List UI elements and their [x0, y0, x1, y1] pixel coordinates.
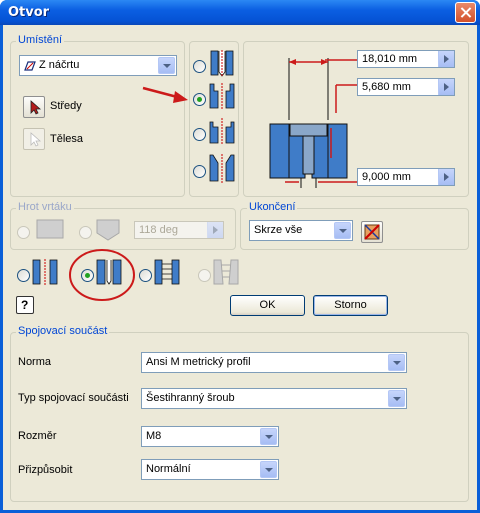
- solids-select-button[interactable]: [23, 128, 45, 150]
- placement-group-label: Umístění: [16, 34, 65, 46]
- counterbore-hole-icon: [209, 83, 235, 114]
- arrow-right-icon[interactable]: [438, 51, 454, 67]
- hole-type-drilled-radio[interactable]: [193, 60, 206, 73]
- centers-label: Středy: [50, 100, 82, 112]
- dim-counterbore-depth[interactable]: 5,680 mm: [357, 78, 455, 96]
- hole-type-counterbore-radio[interactable]: [193, 93, 206, 106]
- flip-direction-button[interactable]: [361, 221, 383, 243]
- termination-combo[interactable]: Skrze vše: [249, 220, 353, 241]
- solids-label: Tělesa: [50, 133, 84, 145]
- size-label: Rozměr: [18, 430, 57, 442]
- cursor-arrow-icon: [30, 100, 42, 115]
- fit-combo[interactable]: Normální: [141, 459, 279, 480]
- annotation-arrow: [141, 85, 193, 108]
- arrow-right-icon[interactable]: [438, 79, 454, 95]
- hole-preview-drawing: [265, 50, 360, 191]
- annotation-circle: [68, 247, 136, 306]
- sketch-icon: [24, 60, 36, 75]
- dialog-client: Umístění Z náčrtu Středy Tělesa 18,010 m…: [3, 25, 477, 510]
- fastener-group-label: Spojovací součást: [16, 325, 110, 337]
- size-combo[interactable]: M8: [141, 426, 279, 447]
- chevron-down-icon[interactable]: [260, 428, 277, 445]
- hole-type-countersink-radio[interactable]: [193, 165, 206, 178]
- placement-value: Z náčrtu: [39, 59, 80, 71]
- fastener-type-label: Typ spojovací součásti: [18, 392, 129, 404]
- chevron-down-icon[interactable]: [388, 390, 405, 407]
- drill-point-flat-radio[interactable]: [17, 226, 30, 239]
- termination-group-label: Ukončení: [247, 201, 298, 213]
- spotface-hole-icon: [209, 118, 235, 149]
- drill-point-angle-radio[interactable]: [79, 226, 92, 239]
- drill-angle-field[interactable]: 118 deg: [134, 221, 224, 239]
- hole-type-spotface-radio[interactable]: [193, 128, 206, 141]
- close-button[interactable]: [455, 2, 476, 23]
- dialog-window: Otvor Umístění Z náčrtu Středy Tělesa 18…: [0, 0, 480, 513]
- flip-direction-icon: [364, 224, 380, 240]
- standard-label: Norma: [18, 356, 52, 368]
- arrow-right-icon[interactable]: [207, 222, 223, 238]
- dim-counterbore-diameter[interactable]: 18,010 mm: [357, 50, 455, 68]
- cursor-arrow-disabled-icon: [30, 132, 42, 147]
- chevron-down-icon[interactable]: [334, 222, 351, 239]
- ok-button[interactable]: OK: [230, 295, 305, 316]
- hole-taper-tapped-radio[interactable]: [198, 269, 211, 282]
- hole-simple-radio[interactable]: [17, 269, 30, 282]
- help-button[interactable]: ?: [16, 296, 34, 314]
- tapped-hole-icon: [154, 259, 180, 288]
- drill-point-group-label: Hrot vrtáku: [16, 201, 74, 213]
- flat-drill-point-icon: [36, 219, 64, 242]
- fit-label: Přizpůsobit: [18, 464, 73, 476]
- placement-combo[interactable]: Z náčrtu: [19, 55, 177, 76]
- help-icon: ?: [21, 298, 29, 312]
- title-bar[interactable]: Otvor: [0, 0, 480, 25]
- chevron-down-icon[interactable]: [388, 354, 405, 371]
- cancel-button[interactable]: Storno: [313, 295, 388, 316]
- angled-drill-point-icon: [96, 219, 120, 244]
- centers-select-button[interactable]: [23, 96, 45, 118]
- chevron-down-icon[interactable]: [260, 461, 277, 478]
- dim-hole-diameter[interactable]: 9,000 mm: [357, 168, 455, 186]
- taper-tapped-hole-icon: [213, 259, 239, 288]
- chevron-down-icon[interactable]: [158, 57, 175, 74]
- dim-leader-1: [325, 55, 359, 68]
- arrow-right-icon[interactable]: [438, 169, 454, 185]
- fastener-type-combo[interactable]: Šestihranný šroub: [141, 388, 407, 409]
- drilled-hole-icon: [209, 50, 235, 81]
- countersink-hole-icon: [209, 154, 235, 187]
- standard-combo[interactable]: Ansi M metrický profil: [141, 352, 407, 373]
- dim-leader-2: [333, 77, 359, 116]
- window-title: Otvor: [8, 5, 50, 20]
- hole-tapped-radio[interactable]: [139, 269, 152, 282]
- simple-hole-icon: [32, 259, 58, 288]
